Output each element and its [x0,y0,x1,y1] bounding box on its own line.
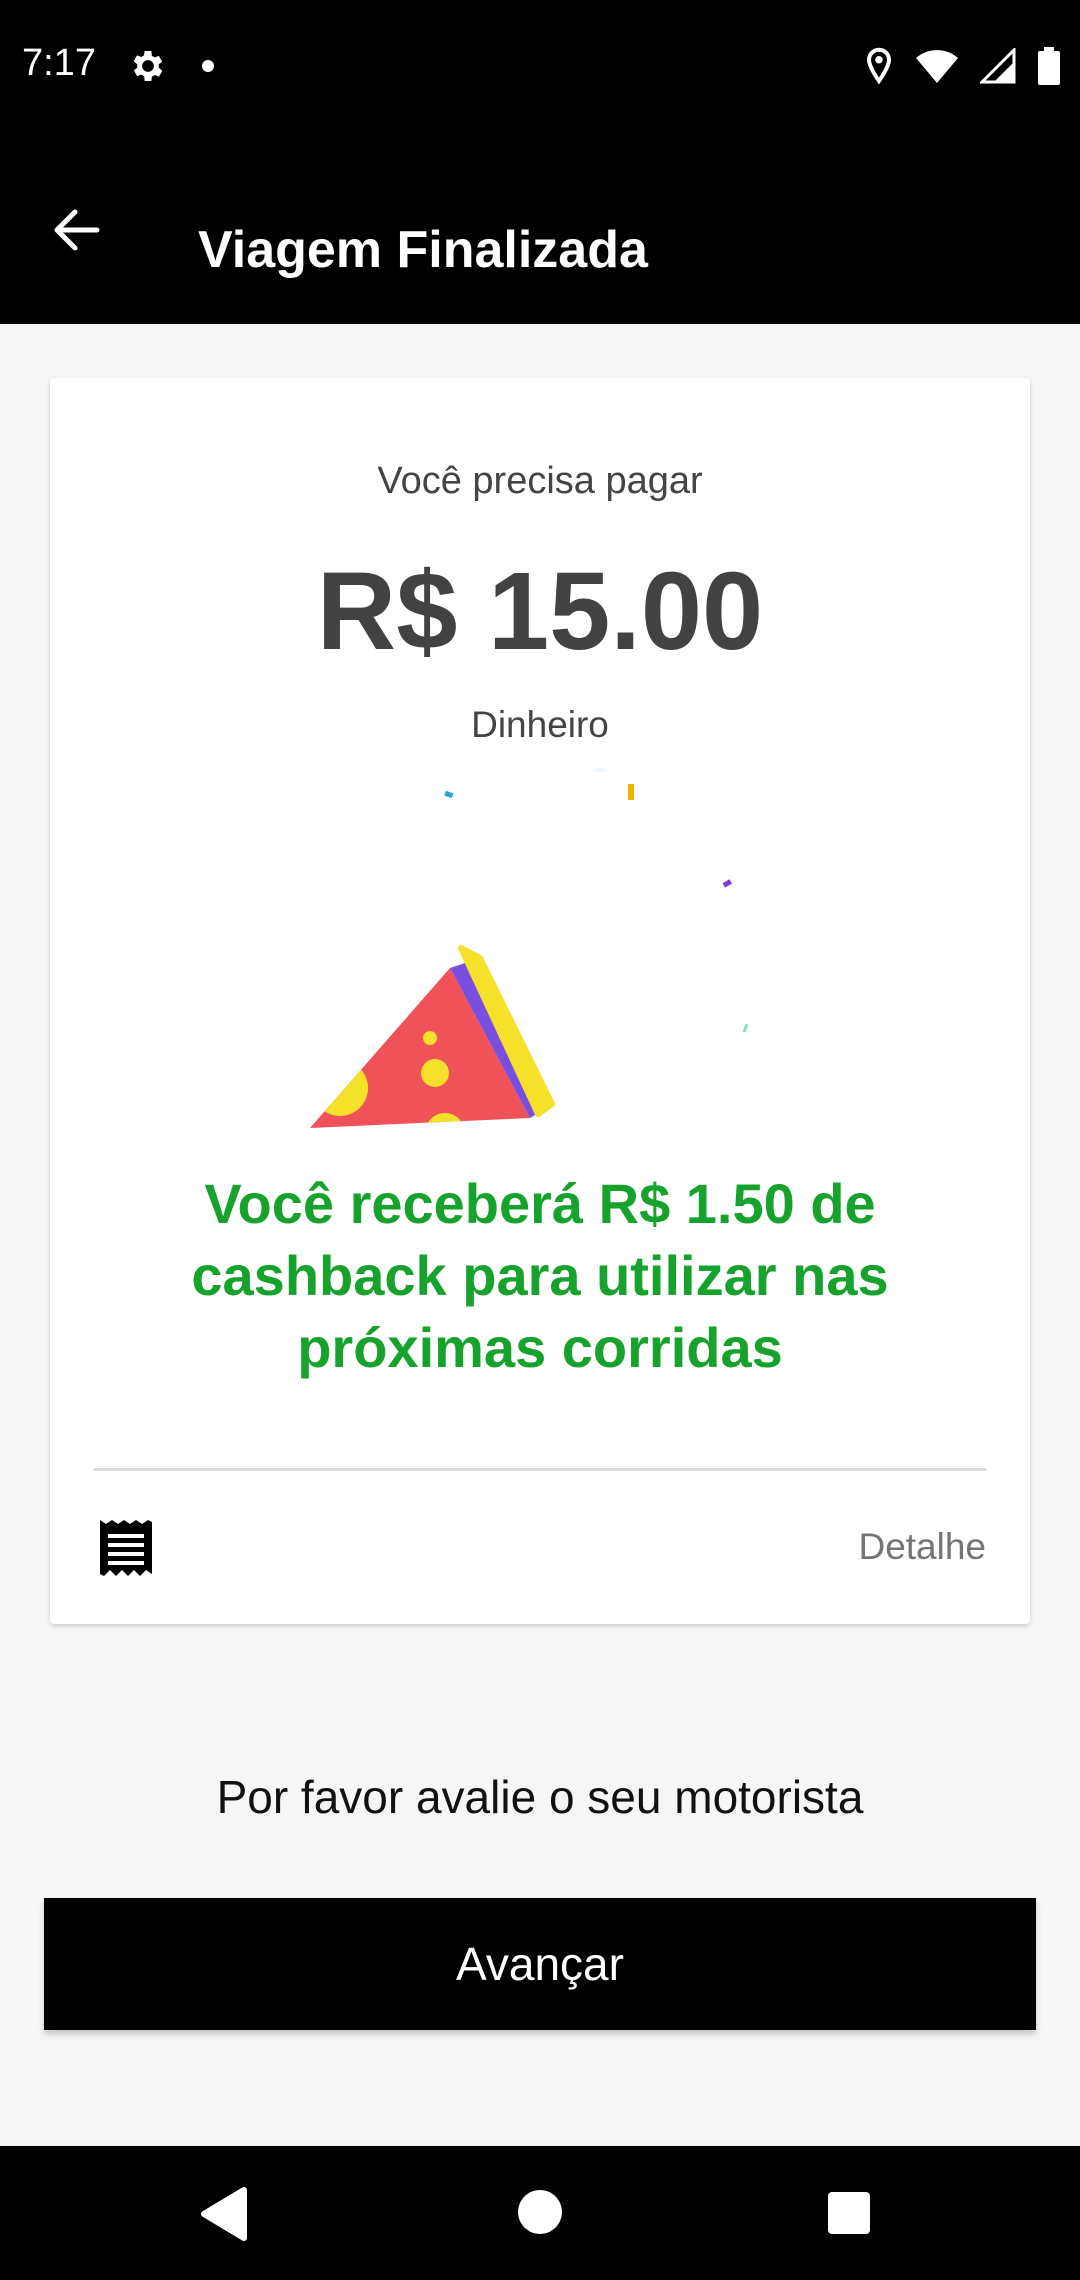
nav-home-icon[interactable] [518,2190,562,2234]
nav-recents-icon[interactable] [828,2192,870,2234]
rate-driver-prompt: Por favor avalie o seu motorista [216,1771,864,1823]
page-title: Viagem Finalizada [198,221,648,279]
status-icons [864,44,1060,88]
receipt-icon[interactable] [100,1520,152,1576]
nav-back-icon[interactable] [200,2186,250,2242]
cashback-message: Você receberá R$ 1.50 de cashback para u… [191,1172,889,1379]
app-bar: Viagem Finalizada [0,134,1080,324]
detail-link[interactable]: Detalhe [858,1526,986,1568]
battery-icon [1038,47,1060,85]
party-popper-icon [310,945,555,1128]
status-time: 7:17 [22,42,96,84]
advance-button[interactable]: Avançar [44,1898,1036,2030]
arrow-left-icon [54,209,100,251]
status-bar: 7:17 [0,0,1080,134]
system-nav-bar [0,2146,1080,2280]
payment-summary-card: Você precisa pagar R$ 15.00 Dinheiro Voc… [50,378,1030,1624]
gear-icon [133,51,163,81]
notification-dot-icon [202,60,214,72]
wifi-icon [916,50,958,83]
location-icon [866,47,892,85]
back-button[interactable] [40,194,112,266]
signal-icon [980,48,1016,84]
divider [94,1468,986,1471]
